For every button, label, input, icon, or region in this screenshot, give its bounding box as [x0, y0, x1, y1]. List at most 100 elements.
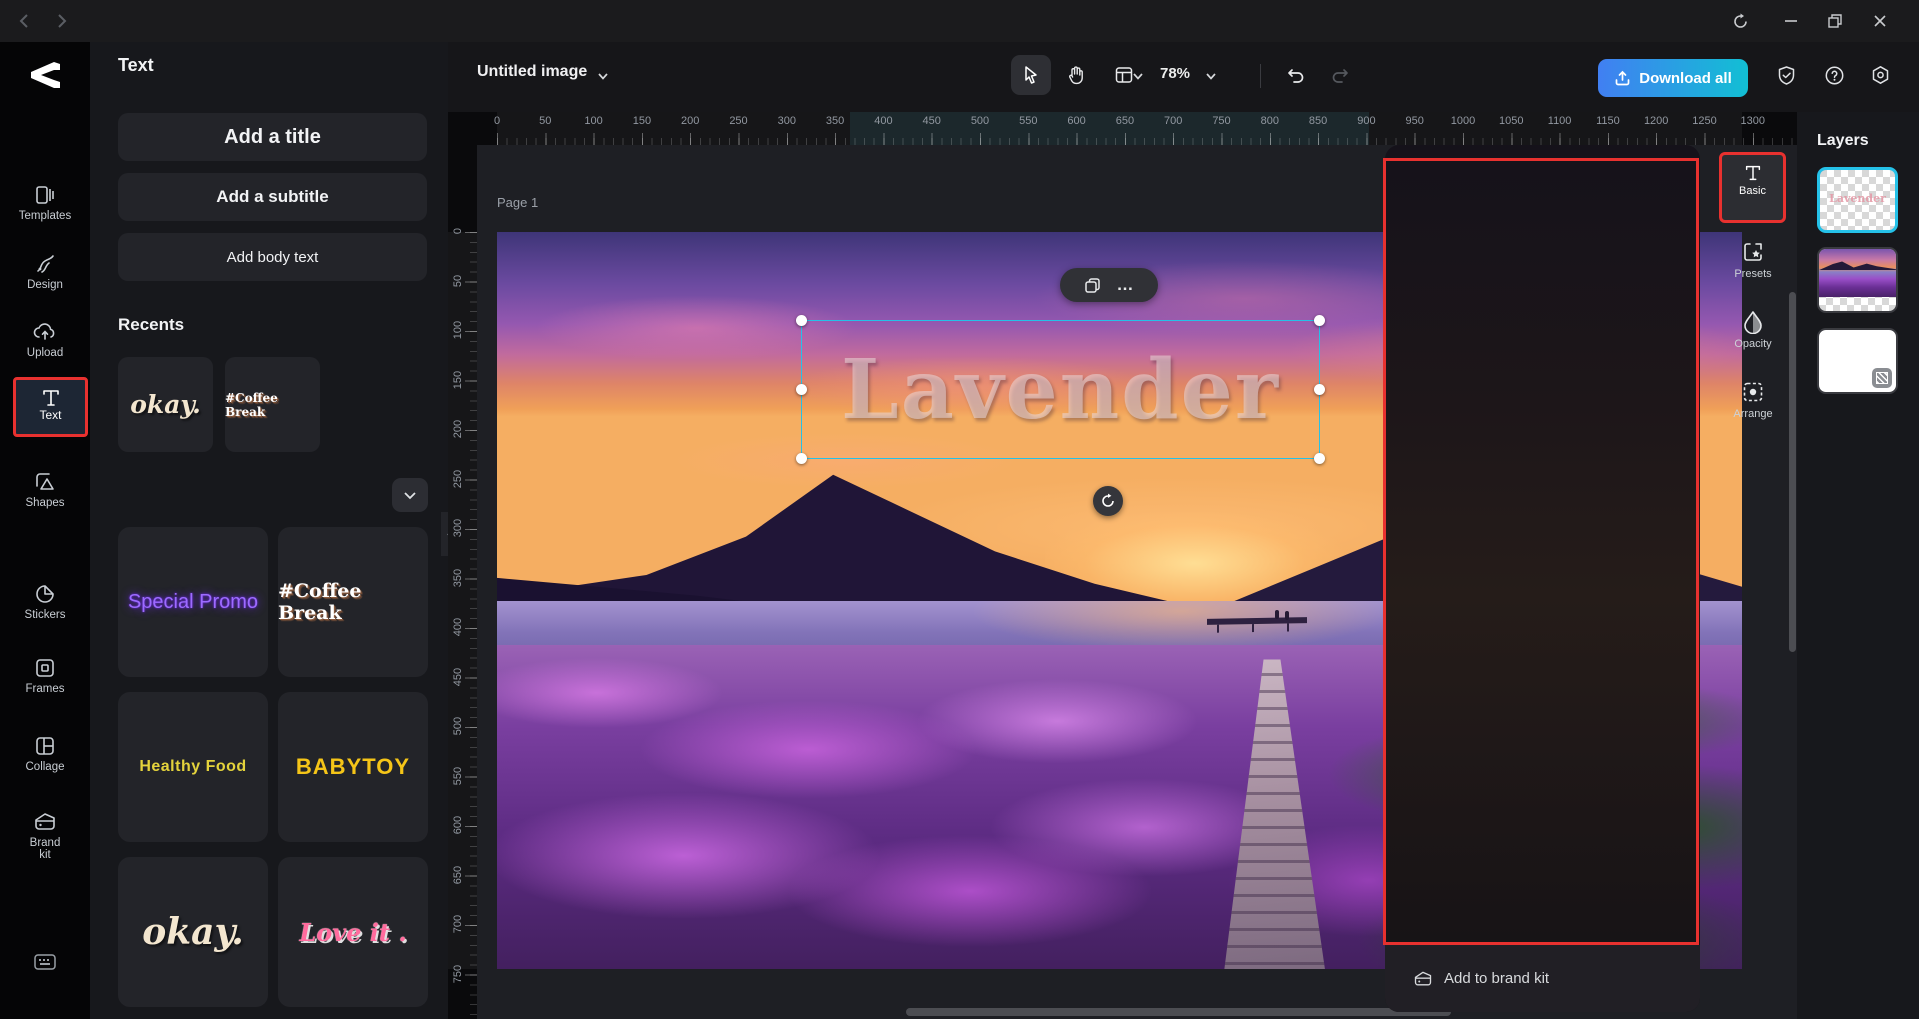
- stickers-icon: [0, 582, 90, 606]
- safety-shield-icon[interactable]: [1766, 55, 1806, 95]
- template-coffee-break[interactable]: #Coffee Break: [278, 527, 428, 677]
- shapes-icon: [0, 470, 90, 494]
- selection-handle-bottom-left[interactable]: [796, 453, 807, 464]
- expand-recents-button[interactable]: [392, 478, 428, 512]
- ruler-number: 50: [452, 270, 464, 292]
- person-silhouette: [1285, 611, 1289, 620]
- ruler-number: 700: [1149, 115, 1197, 127]
- sidebar-item-label: Upload: [0, 347, 90, 359]
- ruler-number: 500: [452, 715, 464, 737]
- ruler-number: 850: [1294, 115, 1342, 127]
- selection-handle-bottom-right[interactable]: [1314, 453, 1325, 464]
- doc-title-chevron-icon[interactable]: [596, 69, 610, 83]
- sidebar-item-label: kit: [0, 849, 90, 861]
- ruler-number: 1000: [1439, 115, 1487, 127]
- rail-label: Basic: [1722, 185, 1783, 197]
- layer-item-background[interactable]: [1817, 328, 1898, 394]
- page-label: Page 1: [497, 195, 538, 210]
- sidebar-item-stickers[interactable]: Stickers: [0, 582, 90, 621]
- layer-item-text-selected[interactable]: Lavender: [1817, 167, 1898, 233]
- ruler-number: 1050: [1487, 115, 1535, 127]
- ruler-number: 300: [452, 517, 464, 539]
- arrange-icon: [1725, 380, 1781, 404]
- add-to-brand-kit-button[interactable]: Add to brand kit: [1385, 945, 1700, 1012]
- sidebar-item-brand-kit[interactable]: Brand kit: [0, 810, 90, 861]
- template-love-it[interactable]: Love it .: [278, 857, 428, 1007]
- layer-item-photo[interactable]: [1817, 247, 1898, 313]
- zoom-level[interactable]: 78%: [1160, 65, 1190, 82]
- sidebar-item-collage[interactable]: Collage: [0, 734, 90, 773]
- sidebar-item-design[interactable]: Design: [0, 252, 90, 291]
- add-body-text-button[interactable]: Add body text: [118, 233, 427, 281]
- template-okay[interactable]: okay.: [118, 857, 268, 1007]
- browser-forward-icon[interactable]: [48, 8, 74, 34]
- rail-basic-button-active[interactable]: Basic: [1719, 152, 1786, 223]
- layers-panel-title: Layers: [1817, 132, 1869, 150]
- brand-kit-icon: [1412, 969, 1434, 989]
- ruler-number: 800: [1246, 115, 1294, 127]
- browser-back-icon[interactable]: [12, 8, 38, 34]
- design-icon: [0, 252, 90, 276]
- selection-box[interactable]: [801, 320, 1320, 459]
- settings-gear-icon[interactable]: [1860, 55, 1900, 95]
- ruler-number: 550: [1004, 115, 1052, 127]
- help-icon[interactable]: [1814, 55, 1854, 95]
- ruler-number: 450: [452, 666, 464, 688]
- rail-presets-button[interactable]: Presets: [1725, 240, 1781, 280]
- selection-handle-top-right[interactable]: [1314, 315, 1325, 326]
- ruler-number: 150: [452, 369, 464, 391]
- undo-button[interactable]: [1276, 55, 1316, 95]
- rail-opacity-button[interactable]: Opacity: [1725, 310, 1781, 350]
- template-healthy-food[interactable]: Healthy Food: [118, 692, 268, 842]
- sidebar-item-upload[interactable]: Upload: [0, 320, 90, 359]
- hand-tool-button[interactable]: [1056, 55, 1096, 95]
- ruler-number: 600: [1053, 115, 1101, 127]
- minimize-icon[interactable]: [1776, 6, 1806, 36]
- reload-icon[interactable]: [1725, 6, 1755, 36]
- selection-handle-top-left[interactable]: [796, 315, 807, 326]
- recent-text-okay[interactable]: okay.: [118, 357, 213, 452]
- ruler-number: 750: [452, 963, 464, 985]
- template-babytoy[interactable]: BABYTOY: [278, 692, 428, 842]
- ruler-number: 350: [811, 115, 859, 127]
- sidebar-item-templates[interactable]: Templates: [0, 183, 90, 222]
- ruler-number: 1100: [1536, 115, 1584, 127]
- layout-chevron-icon[interactable]: [1131, 69, 1145, 83]
- download-all-button[interactable]: Download all: [1598, 59, 1748, 97]
- sidebar-item-text-active[interactable]: Text: [13, 377, 88, 437]
- ruler-number: 500: [956, 115, 1004, 127]
- restore-window-icon[interactable]: [1820, 6, 1850, 36]
- document-title[interactable]: Untitled image: [477, 63, 587, 81]
- canvas-toolbar: Untitled image 78%: [448, 42, 1919, 112]
- horizontal-scrollbar[interactable]: [906, 1008, 1451, 1016]
- selection-handle-left[interactable]: [796, 384, 807, 395]
- ruler-number: 350: [452, 567, 464, 589]
- capcut-image-editor: Templates Design Upload Text Shapes: [0, 0, 1919, 1019]
- sidebar-item-frames[interactable]: Frames: [0, 656, 90, 695]
- selection-handle-right[interactable]: [1314, 384, 1325, 395]
- rail-label: Presets: [1725, 268, 1781, 280]
- rail-arrange-button[interactable]: Arrange: [1725, 380, 1781, 420]
- close-icon[interactable]: [1865, 6, 1895, 36]
- add-title-button[interactable]: Add a title: [118, 113, 427, 161]
- ruler-number: 600: [452, 814, 464, 836]
- zoom-chevron-icon[interactable]: [1204, 69, 1218, 83]
- rotate-handle[interactable]: [1093, 486, 1123, 516]
- add-subtitle-button[interactable]: Add a subtitle: [118, 173, 427, 221]
- download-icon: [1614, 70, 1631, 87]
- redo-button[interactable]: [1320, 55, 1360, 95]
- rail-label: Arrange: [1725, 408, 1781, 420]
- more-options-icon[interactable]: …: [1117, 275, 1135, 295]
- template-special-promo[interactable]: Special Promo: [118, 527, 268, 677]
- ruler-number: 950: [1391, 115, 1439, 127]
- keyboard-shortcuts-icon[interactable]: [0, 952, 90, 972]
- ruler-number: 100: [570, 115, 618, 127]
- select-tool-button[interactable]: [1011, 55, 1051, 95]
- ruler-number: 1150: [1584, 115, 1632, 127]
- person-silhouette: [1275, 610, 1279, 619]
- ruler-number: 0: [473, 115, 521, 127]
- recent-text-coffee-break[interactable]: #Coffee Break: [225, 357, 320, 452]
- sidebar-item-shapes[interactable]: Shapes: [0, 470, 90, 509]
- vertical-scrollbar[interactable]: [1789, 292, 1796, 652]
- duplicate-icon[interactable]: [1084, 277, 1101, 294]
